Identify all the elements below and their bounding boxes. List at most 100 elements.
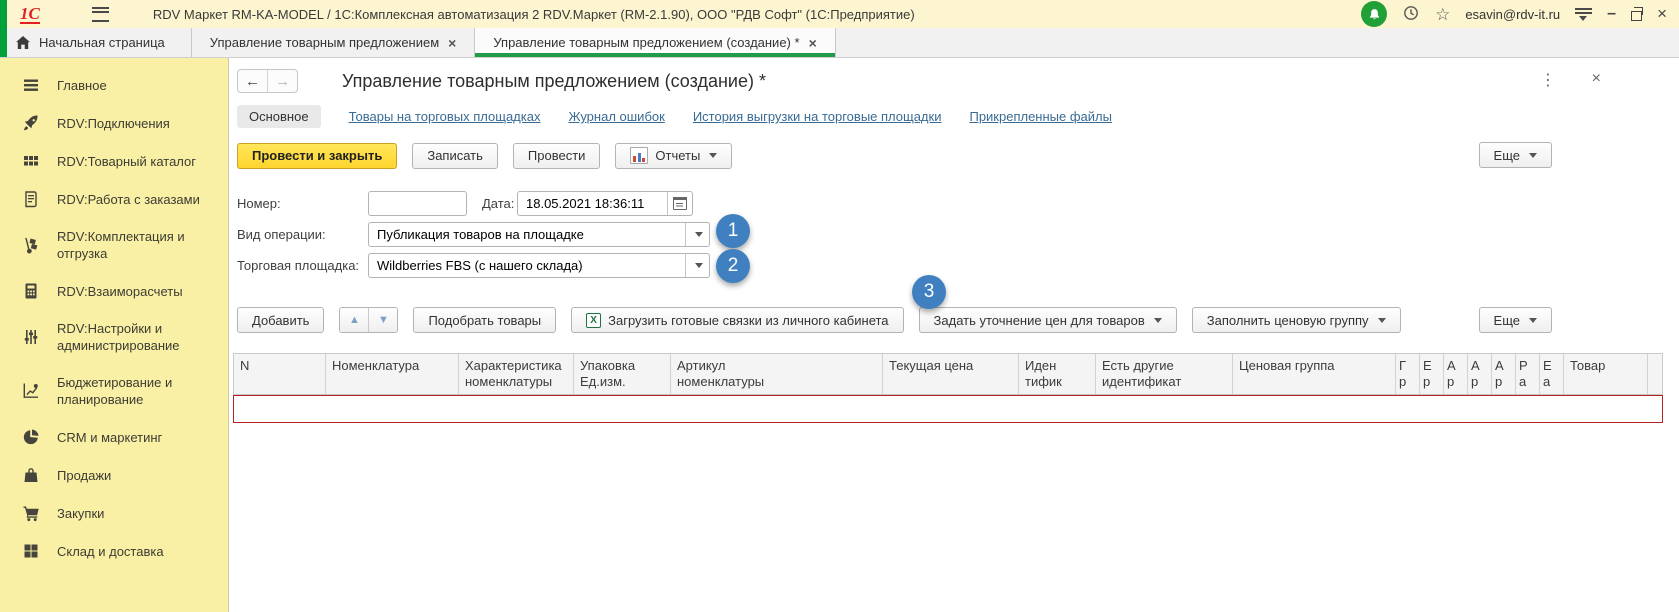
cart-icon	[23, 506, 39, 522]
active-tab-indicator	[475, 53, 835, 57]
date-label: Дата:	[482, 196, 515, 211]
sidebar-item-sales[interactable]: Продажи	[0, 456, 228, 494]
sidebar-item-settings[interactable]: RDV:Настройки и администрирование	[0, 310, 228, 364]
dropdown-caret-icon	[709, 153, 718, 158]
move-down-button[interactable]: ▼	[369, 308, 398, 332]
number-input[interactable]	[368, 191, 467, 216]
col-product[interactable]: Товар	[1564, 354, 1648, 394]
sidebar-item-main[interactable]: Главное	[0, 66, 228, 104]
write-button[interactable]: Записать	[412, 142, 498, 169]
dropdown-caret-icon	[1153, 317, 1162, 323]
dropdown-caret-icon	[1529, 152, 1537, 158]
sidebar-item-shipping[interactable]: RDV:Комплектация и отгрузка	[0, 218, 228, 272]
link-upload-history[interactable]: История выгрузки на торговые площадки	[693, 109, 942, 124]
calendar-button[interactable]	[667, 192, 692, 215]
link-error-log[interactable]: Журнал ошибок	[568, 109, 664, 124]
move-up-button[interactable]: ▲	[340, 308, 370, 332]
grid-current-row[interactable]	[233, 395, 1663, 423]
add-row-button[interactable]: Добавить	[237, 307, 325, 333]
calendar-icon	[673, 197, 687, 210]
notifications-button[interactable]	[1361, 1, 1388, 27]
col-narrow-5[interactable]: Ар	[1492, 354, 1516, 394]
main-menu-icon[interactable]	[91, 6, 109, 22]
col-narrow-6[interactable]: Ра	[1516, 354, 1540, 394]
tab-offer-create[interactable]: Управление товарным предложением (создан…	[475, 28, 836, 57]
col-narrow-7[interactable]: Еа	[1540, 354, 1564, 394]
sidebar-item-settlements[interactable]: RDV:Взаиморасчеты	[0, 272, 228, 310]
restore-icon[interactable]	[1631, 6, 1644, 21]
close-window-button[interactable]: ×	[1657, 4, 1667, 24]
marketplace-label: Торговая площадка:	[237, 258, 360, 273]
sidebar-item-budgeting[interactable]: Бюджетирование и планирование	[0, 364, 228, 418]
app-window: 1С RDV Маркет RM-KA-MODEL / 1С:Комплексн…	[0, 0, 1679, 612]
col-empty	[1648, 354, 1662, 394]
col-narrow-2[interactable]: Ер	[1420, 354, 1444, 394]
post-and-close-button[interactable]: Провести и закрыть	[237, 142, 398, 169]
sidebar-item-warehouse[interactable]: Склад и доставка	[0, 532, 228, 570]
nav-back-button[interactable]: ←	[238, 70, 268, 92]
sidebar-item-orders[interactable]: RDV:Работа с заказами	[0, 180, 228, 218]
col-nomenclature[interactable]: Номенклатура	[326, 354, 459, 394]
operation-label: Вид операции:	[237, 227, 326, 242]
sidebar-item-connections[interactable]: RDV:Подключения	[0, 104, 228, 142]
report-icon	[630, 147, 649, 164]
command-more-button[interactable]: Еще	[1478, 142, 1552, 168]
col-narrow-4[interactable]: Ар	[1468, 354, 1492, 394]
col-article[interactable]: Артикул номенклатуры	[671, 354, 883, 394]
home-tab[interactable]: Начальная страница	[0, 28, 192, 57]
grid-empty-body[interactable]	[233, 423, 1663, 573]
command-bar: Провести и закрыть Записать Провести Отч…	[237, 142, 1679, 169]
col-narrow-1[interactable]: Гр	[1396, 354, 1420, 394]
order-document-icon	[25, 191, 37, 208]
link-attached-files[interactable]: Прикрепленные файлы	[969, 109, 1112, 124]
date-input[interactable]: 18.05.2021 18:36:11	[517, 191, 693, 216]
sidebar-item-crm[interactable]: CRM и маркетинг	[0, 418, 228, 456]
tab-label: Управление товарным предложением	[209, 35, 440, 50]
home-icon	[16, 36, 30, 49]
form-nav-tabs: Основное Товары на торговых площадках Жу…	[237, 104, 1679, 129]
window-tab-bar: Начальная страница Управление товарным п…	[0, 28, 1679, 58]
marketplace-select[interactable]: Wildberries FBS (с нашего склада)	[368, 253, 710, 278]
favorites-button[interactable]: ☆	[1435, 6, 1450, 23]
minimize-button[interactable]: –	[1607, 5, 1616, 23]
tab-label: Управление товарным предложением (создан…	[493, 35, 800, 50]
col-n[interactable]: N	[234, 354, 326, 394]
calculator-icon	[25, 283, 37, 299]
functions-menu-icon[interactable]	[1575, 7, 1593, 21]
col-characteristic[interactable]: Характеристика номенклатуры	[459, 354, 574, 394]
col-other-identifiers[interactable]: Есть другие идентификат	[1096, 354, 1233, 394]
number-row: Номер: Дата: 18.05.2021 18:36:11	[237, 191, 1679, 216]
sidebar-item-purchases[interactable]: Закупки	[0, 494, 228, 532]
close-tab-icon[interactable]: ×	[809, 36, 817, 50]
grid-header: N Номенклатура Характеристика номенклатур…	[233, 353, 1663, 395]
load-bundles-button[interactable]: X Загрузить готовые связки из личного ка…	[571, 307, 904, 333]
operation-dropdown-button[interactable]	[685, 223, 709, 246]
fill-price-group-button[interactable]: Заполнить ценовую группу	[1191, 307, 1401, 333]
tab-main[interactable]: Основное	[237, 105, 321, 128]
close-tab-icon[interactable]: ×	[448, 36, 456, 50]
callout-badge-2: 2	[716, 249, 750, 283]
titlebar-actions: ☆ esavin@rdv-it.ru – ×	[1361, 1, 1667, 27]
number-label: Номер:	[237, 196, 281, 211]
set-prices-button[interactable]: Задать уточнение цен для товаров	[918, 307, 1177, 333]
nav-forward-button[interactable]: →	[268, 70, 297, 92]
col-identifier[interactable]: Иден тифик	[1019, 354, 1096, 394]
tab-offer-list[interactable]: Управление товарным предложением ×	[192, 28, 476, 57]
link-marketplace-goods[interactable]: Товары на торговых площадках	[349, 109, 541, 124]
pick-goods-button[interactable]: Подобрать товары	[413, 307, 557, 333]
reports-button[interactable]: Отчеты	[615, 142, 733, 169]
marketplace-dropdown-button[interactable]	[685, 254, 709, 277]
table-more-button[interactable]: Еще	[1478, 307, 1552, 333]
col-narrow-3[interactable]: Ар	[1444, 354, 1468, 394]
col-package[interactable]: Упаковка Ед.изм.	[574, 354, 671, 394]
shopping-bag-icon	[24, 468, 38, 482]
sidebar-item-catalog[interactable]: RDV:Товарный каталог	[0, 142, 228, 180]
history-button[interactable]	[1402, 4, 1420, 25]
history-icon	[1404, 5, 1418, 20]
form-close-icon[interactable]: ×	[1592, 70, 1601, 88]
form-more-icon[interactable]: ⋮	[1540, 70, 1556, 90]
operation-select[interactable]: Публикация товаров на площадке	[368, 222, 710, 247]
col-current-price[interactable]: Текущая цена	[883, 354, 1019, 394]
col-price-group[interactable]: Ценовая группа	[1233, 354, 1396, 394]
post-button[interactable]: Провести	[512, 142, 601, 169]
